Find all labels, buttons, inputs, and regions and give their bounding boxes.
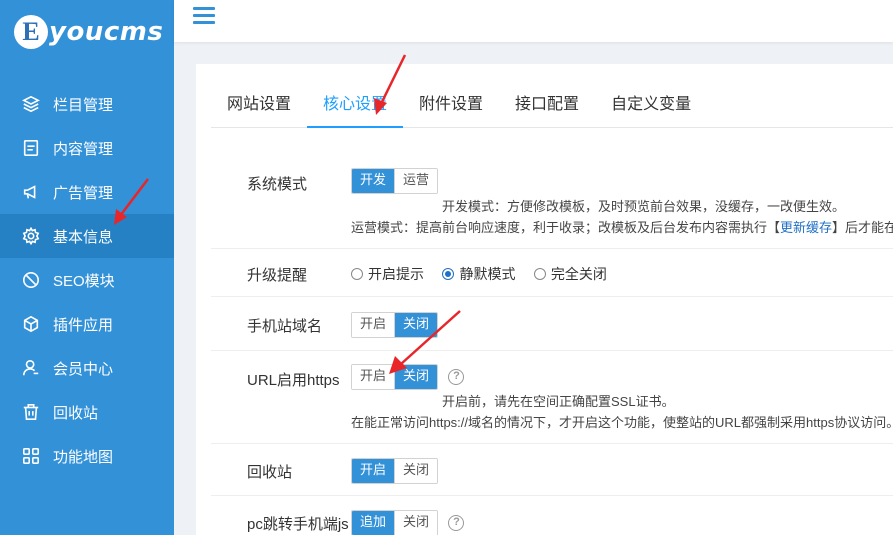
upgrade-radio-off[interactable]: 完全关闭 xyxy=(533,264,607,284)
logo-mark: E xyxy=(14,15,48,49)
tab-bar: 网站设置 核心设置 附件设置 接口配置 自定义变量 xyxy=(211,84,893,128)
sidebar-item-sitemap[interactable]: 功能地图 xyxy=(0,434,174,478)
upgrade-radio-silent[interactable]: 静默模式 xyxy=(442,264,515,284)
mobile-domain-toggle: 开启 关闭 xyxy=(351,312,439,338)
radio-button-selected[interactable] xyxy=(442,268,455,280)
system-mode-label: 系统模式 xyxy=(247,176,308,193)
pc-mobile-js-off-option[interactable]: 关闭 xyxy=(394,511,438,535)
pc-mobile-js-toggle: 追加 关闭 xyxy=(351,510,439,535)
refresh-cache-link[interactable]: 更新缓存 xyxy=(780,220,832,235)
setting-upgrade-notice: 升级提醒 开启提示 静默模式 完全关闭 xyxy=(211,249,893,297)
sidebar-item-label: 会员中心 xyxy=(53,360,114,378)
cube-icon xyxy=(22,315,40,333)
sidebar-item-plugins[interactable]: 插件应用 xyxy=(0,302,174,346)
sidebar-item-label: 内容管理 xyxy=(53,140,114,158)
url-https-label: URL启用https xyxy=(247,372,340,389)
sidebar-item-seo[interactable]: SEO模块 xyxy=(0,258,174,302)
logo-text: youcms xyxy=(49,17,164,47)
system-mode-dev-note: 开发模式：方便修改模板，及时预览前台效果，没缓存，一改便生效。 xyxy=(442,199,846,214)
radio-button[interactable] xyxy=(533,268,546,280)
radio-button[interactable] xyxy=(351,268,363,280)
tab-custom-variables[interactable]: 自定义变量 xyxy=(595,84,707,128)
tab-site-settings[interactable]: 网站设置 xyxy=(211,84,307,128)
logo[interactable]: E youcms xyxy=(14,12,163,52)
pc-mobile-js-append-option[interactable]: 追加 xyxy=(352,511,395,535)
url-https-note-1: 开启前，请先在空间正确配置SSL证书。 xyxy=(442,394,675,409)
sidebar-item-label: 功能地图 xyxy=(53,448,114,466)
recycle-bin-on-option[interactable]: 开启 xyxy=(352,459,395,483)
recycle-bin-off-option[interactable]: 关闭 xyxy=(394,459,438,483)
sidebar-item-label: 基本信息 xyxy=(53,228,114,246)
tab-core-settings[interactable]: 核心设置 xyxy=(307,84,404,128)
setting-pc-mobile-js: pc跳转手机端js 追加 关闭 ? xyxy=(211,496,893,535)
setting-url-https: URL启用https 开启 关闭 ? 开启前，请先在空间正确配置SSL证书。 在… xyxy=(211,351,893,444)
pc-mobile-js-label: pc跳转手机端js xyxy=(247,516,349,533)
system-mode-dev-option[interactable]: 开发 xyxy=(352,169,395,193)
mobile-domain-label: 手机站域名 xyxy=(247,318,323,335)
sidebar-item-members[interactable]: 会员中心 xyxy=(0,346,174,390)
help-icon[interactable]: ? xyxy=(448,515,465,531)
settings-panel: 网站设置 核心设置 附件设置 接口配置 自定义变量 系统模式 开发 运营 开发模… xyxy=(196,64,893,535)
sidebar-item-label: 插件应用 xyxy=(53,316,114,334)
mobile-domain-off-option[interactable]: 关闭 xyxy=(394,313,438,337)
trash-icon xyxy=(22,403,40,421)
gear-icon xyxy=(22,227,40,245)
system-mode-prod-option[interactable]: 运营 xyxy=(394,169,438,193)
upgrade-notice-label: 升级提醒 xyxy=(247,267,308,284)
tab-attachment-settings[interactable]: 附件设置 xyxy=(403,84,499,128)
upgrade-radio-prompt[interactable]: 开启提示 xyxy=(351,264,424,284)
url-https-on-option[interactable]: 开启 xyxy=(352,365,395,389)
sidebar-item-content[interactable]: 内容管理 xyxy=(0,126,174,170)
menu-toggle-icon[interactable] xyxy=(193,7,215,25)
user-icon xyxy=(22,359,40,377)
tab-api-config[interactable]: 接口配置 xyxy=(499,84,595,128)
help-icon[interactable]: ? xyxy=(448,369,465,385)
setting-mobile-domain: 手机站域名 开启 关闭 xyxy=(211,297,893,351)
url-https-toggle: 开启 关闭 xyxy=(351,364,439,390)
recycle-bin-label: 回收站 xyxy=(247,464,293,481)
url-https-note-2: 在能正常访问https://域名的情况下，才开启这个功能，使整站的URL都强制采… xyxy=(351,415,893,430)
sidebar-item-recycle[interactable]: 回收站 xyxy=(0,390,174,434)
setting-recycle-bin: 回收站 开启 关闭 xyxy=(211,444,893,496)
recycle-bin-toggle: 开启 关闭 xyxy=(351,458,439,484)
megaphone-icon xyxy=(22,183,40,201)
system-mode-toggle: 开发 运营 xyxy=(351,168,439,194)
sidebar-item-label: 回收站 xyxy=(53,404,99,422)
mobile-domain-on-option[interactable]: 开启 xyxy=(352,313,395,337)
sidebar: E youcms 栏目管理 内容管理 广告管理 基本信息 SEO模块 插件应用 xyxy=(0,0,174,535)
sidebar-item-basic-info[interactable]: 基本信息 xyxy=(0,214,174,258)
upgrade-notice-radios: 开启提示 静默模式 完全关闭 xyxy=(351,264,621,285)
layers-icon xyxy=(22,95,40,113)
grid-icon xyxy=(22,447,40,465)
sidebar-item-label: SEO模块 xyxy=(53,272,115,290)
setting-system-mode: 系统模式 开发 运营 开发模式：方便修改模板，及时预览前台效果，没缓存，一改便生… xyxy=(211,154,893,249)
sidebar-menu: 栏目管理 内容管理 广告管理 基本信息 SEO模块 插件应用 会员中心 回收站 xyxy=(0,82,174,478)
document-icon xyxy=(22,139,40,157)
sidebar-item-label: 栏目管理 xyxy=(53,96,114,114)
seo-icon xyxy=(22,271,40,289)
sidebar-item-ads[interactable]: 广告管理 xyxy=(0,170,174,214)
system-mode-prod-note: 运营模式：提高前台响应速度，利于收录；改模板及后台发布内容需执行【更新缓存】后才… xyxy=(351,220,893,235)
sidebar-item-category[interactable]: 栏目管理 xyxy=(0,82,174,126)
url-https-off-option[interactable]: 关闭 xyxy=(394,365,438,389)
top-bar xyxy=(174,0,893,42)
sidebar-item-label: 广告管理 xyxy=(53,184,114,202)
